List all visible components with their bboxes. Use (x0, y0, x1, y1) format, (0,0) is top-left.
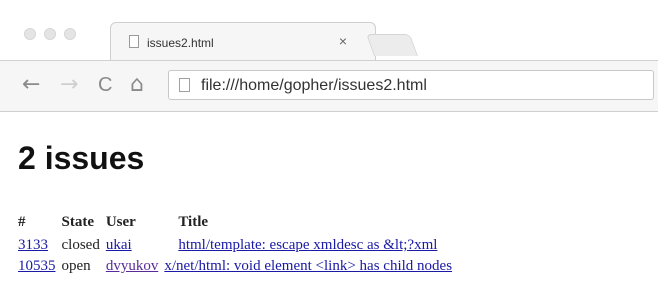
address-bar-url: file:///home/gopher/issues2.html (201, 77, 427, 94)
issue-state: open (61, 258, 91, 274)
issue-title-link[interactable]: x/net/html: void element <link> has chil… (164, 258, 452, 274)
issue-title-link[interactable]: html/template: escape xmldesc as &lt;?xm… (178, 237, 437, 253)
address-bar[interactable]: file:///home/gopher/issues2.html (168, 70, 654, 100)
page-heading: 2 issues (18, 140, 145, 176)
column-header-state: State (61, 214, 95, 230)
page-icon (129, 35, 139, 48)
tab-strip: issues2.html × (0, 0, 658, 68)
close-tab-icon[interactable]: × (339, 33, 347, 49)
close-window-button[interactable] (24, 28, 36, 40)
issue-number-link[interactable]: 3133 (18, 237, 48, 253)
column-header-number: # (18, 214, 26, 230)
column-header-title: Title (178, 214, 209, 230)
table-row: 3133 closed ukai html/template: escape x… (18, 237, 458, 258)
home-icon[interactable]: ⌂ (130, 73, 144, 97)
table-header-row: # State User Title (18, 214, 458, 237)
column-header-user: User (105, 214, 136, 230)
browser-toolbar: ← → C ⌂ file:///home/gopher/issues2.html (0, 60, 658, 112)
table-row: 10535 open dvyukov x/net/html: void elem… (18, 258, 458, 279)
tab-title: issues2.html (147, 36, 214, 50)
issue-number-link[interactable]: 10535 (18, 258, 56, 274)
issue-state: closed (61, 237, 100, 253)
browser-tab[interactable]: issues2.html × (110, 22, 376, 60)
issues-table: # State User Title 3133 closed ukai html… (18, 214, 458, 279)
page-icon (179, 78, 190, 92)
maximize-window-button[interactable] (64, 28, 76, 40)
issue-user-link[interactable]: dvyukov (106, 258, 159, 274)
issue-user-link[interactable]: ukai (106, 237, 132, 253)
new-tab-button[interactable] (365, 34, 419, 56)
forward-arrow-icon[interactable]: → (60, 73, 78, 97)
back-arrow-icon[interactable]: ← (22, 73, 40, 97)
reload-icon[interactable]: C (98, 73, 112, 97)
minimize-window-button[interactable] (44, 28, 56, 40)
